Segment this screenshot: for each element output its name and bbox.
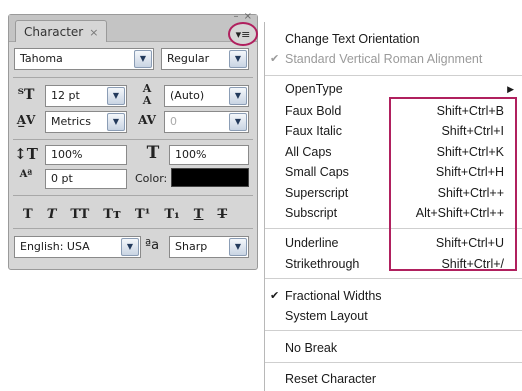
antialias-dropdown[interactable]: Sharp ▼ [169,236,249,258]
menu-item-system-layout[interactable]: System Layout [285,307,514,325]
color-label: Color: [135,172,168,185]
leading-dropdown[interactable]: (Auto) ▼ [164,85,249,107]
divider [13,228,253,229]
faux-bold-button[interactable]: T [23,207,33,222]
leading-icon: AA [142,82,152,107]
divider [13,77,253,78]
horizontal-scale-icon: T [146,143,160,163]
chevron-down-icon: ▼ [121,238,139,256]
tracking-dropdown[interactable]: 0 ▼ [164,111,249,133]
tracking-value: 0 [170,115,177,128]
vertical-scale-field[interactable]: 100% [45,145,127,165]
panel-flyout-menu: Change Text Orientation ✔ Standard Verti… [264,22,522,391]
underline-button[interactable]: T [194,207,204,222]
chevron-down-icon: ▼ [229,50,247,68]
panel-menu-button[interactable]: ▾≡ [228,22,258,46]
menu-separator [265,278,522,279]
character-panel: Character × – × Tahoma ▼ Regular ▼ ᵀT 12 … [8,11,258,270]
chevron-down-icon: ▼ [107,113,125,131]
faux-italic-button[interactable]: T [47,207,57,222]
kerning-icon: A̲V [16,113,36,127]
font-size-icon: ᵀT [17,87,35,103]
font-family-dropdown[interactable]: Tahoma ▼ [14,48,154,70]
baseline-shift-icon: Aª [19,169,33,180]
language-value: English: USA [20,240,90,253]
antialias-value: Sharp [175,240,208,253]
kerning-dropdown[interactable]: Metrics ▼ [45,111,127,133]
font-style-value: Regular [167,52,210,65]
font-size-dropdown[interactable]: 12 pt ▼ [45,85,127,107]
chevron-down-icon: ▼ [107,87,125,105]
tab-character[interactable]: Character × [15,20,108,42]
checkmark-icon: ✔ [270,290,280,302]
superscript-button[interactable]: T¹ [135,207,150,222]
chevron-down-icon: ▼ [229,87,247,105]
checkmark-icon: ✔ [270,53,280,65]
menu-item-opentype[interactable]: OpenType ▶ [285,80,514,98]
shortcut-highlight-box [389,97,517,271]
tab-character-label: Character [24,25,84,39]
chevron-down-icon: ▼ [229,113,247,131]
divider [13,139,253,140]
vertical-scale-icon: ↕T [14,145,38,163]
baseline-shift-value: 0 pt [51,172,73,185]
menu-item-change-text-orientation[interactable]: Change Text Orientation [285,30,514,48]
antialias-icon: ªa [145,238,160,253]
leading-value: (Auto) [170,89,205,102]
color-swatch[interactable] [171,168,249,187]
kerning-value: Metrics [51,115,91,128]
menu-item-fractional-widths[interactable]: ✔ Fractional Widths [270,287,514,305]
type-style-buttons: T T TT Tт T¹ T₁ T T [23,207,227,222]
baseline-shift-field[interactable]: 0 pt [45,169,127,189]
menu-item-reset-character[interactable]: Reset Character [285,370,514,388]
all-caps-button[interactable]: TT [70,207,89,222]
horizontal-scale-value: 100% [175,148,207,161]
menu-item-standard-vertical-roman-alignment[interactable]: ✔ Standard Vertical Roman Alignment [270,50,514,68]
small-caps-button[interactable]: Tт [103,207,121,222]
chevron-down-icon: ▼ [229,238,247,256]
language-dropdown[interactable]: English: USA ▼ [14,236,141,258]
divider [13,195,253,196]
window-buttons[interactable]: – × [233,11,253,22]
menu-separator [265,330,522,331]
font-style-dropdown[interactable]: Regular ▼ [161,48,249,70]
menu-item-no-break[interactable]: No Break [285,339,514,357]
tracking-icon: AV [138,113,156,127]
font-size-value: 12 pt [51,89,80,102]
horizontal-scale-field[interactable]: 100% [169,145,249,165]
menu-separator [265,362,522,363]
menu-separator [265,75,522,76]
chevron-down-icon: ▼ [134,50,152,68]
font-family-value: Tahoma [20,52,63,65]
strikethrough-button[interactable]: T [217,207,227,222]
submenu-arrow-icon: ▶ [507,84,514,94]
panel-menu-icon: ▾≡ [235,27,251,41]
subscript-button[interactable]: T₁ [164,207,179,222]
vertical-scale-value: 100% [51,148,83,161]
panel-tab-bar: Character × – × [9,11,257,42]
tab-close-icon[interactable]: × [89,26,98,39]
